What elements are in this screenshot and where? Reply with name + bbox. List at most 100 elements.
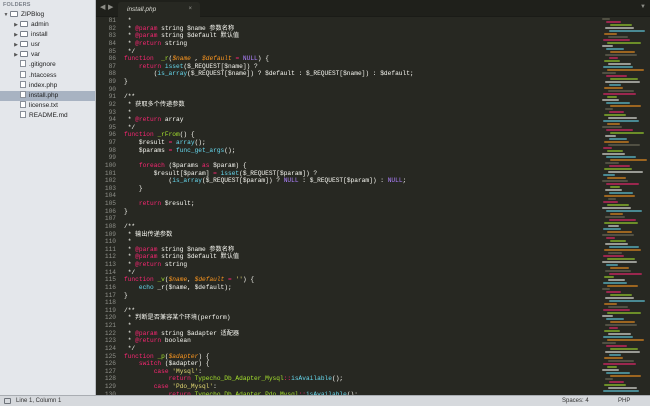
- indentation-setting[interactable]: Spaces: 4: [562, 396, 589, 406]
- minimap-line: [603, 336, 633, 338]
- line-number: 113: [104, 261, 116, 268]
- sidebar-item-gitignore[interactable]: .gitignore: [0, 60, 95, 70]
- minimap-line: [607, 366, 617, 368]
- code-token: 'Mysql': [172, 367, 199, 375]
- line-number: 95: [108, 123, 116, 131]
- code-token: isset: [164, 62, 184, 70]
- minimap-line: [607, 123, 620, 125]
- minimap-line: [604, 357, 623, 359]
- sidebar-item-htaccess[interactable]: .htaccess: [0, 70, 95, 81]
- code-line: }: [124, 208, 602, 216]
- minimap-line: [607, 204, 629, 206]
- file-tree: ▼ ZIPBlog ▶ admin ▶ install ▶ usr ▶ var .gitignore…: [0, 10, 95, 121]
- sidebar-item-admin[interactable]: ▶ admin: [0, 20, 95, 30]
- code-token: ;: [402, 177, 407, 185]
- code-line: * @return array: [124, 116, 602, 124]
- disclosure-closed-icon[interactable]: ▶: [12, 30, 20, 40]
- code-token: */: [124, 268, 136, 276]
- code-token: */: [124, 344, 136, 352]
- minimap-line: [606, 318, 624, 320]
- sidebar-item-usr[interactable]: ▶ usr: [0, 40, 95, 50]
- code-token: string: [161, 39, 188, 47]
- close-icon[interactable]: ×: [188, 2, 192, 17]
- minimap-line: [608, 279, 625, 281]
- minimap-line: [608, 171, 643, 173]
- code-token: isset: [220, 169, 240, 177]
- code-token: foreach: [138, 161, 165, 169]
- code-token: }: [124, 78, 128, 85]
- minimap-line: [604, 222, 638, 224]
- sidebar-item-install[interactable]: ▶ install: [0, 30, 95, 40]
- code-token: NULL: [387, 177, 403, 185]
- code-token: func_get_args: [176, 146, 225, 154]
- disclosure-open-icon[interactable]: ▼: [2, 10, 10, 20]
- minimap-line: [607, 258, 635, 260]
- code-token: $result[$param]: [124, 169, 214, 177]
- minimap-line: [606, 183, 639, 185]
- tab-menu-icon[interactable]: ▼: [640, 4, 646, 10]
- minimap[interactable]: [602, 17, 650, 395]
- code-token: }: [124, 184, 143, 192]
- sidebar-item-label: .gitignore: [29, 61, 56, 69]
- line-number: 94: [108, 116, 116, 124]
- minimap-line: [604, 114, 626, 116]
- sidebar-item-index-php[interactable]: index.php: [0, 80, 95, 91]
- line-number: 103: [104, 184, 116, 192]
- minimap-line: [603, 228, 621, 230]
- minimap-line: [609, 354, 621, 356]
- file-icon: [20, 80, 26, 88]
- minimap-line: [605, 351, 640, 353]
- code-token: $param) {: [209, 161, 247, 169]
- code-token: _r($name, $default);: [153, 283, 232, 291]
- disclosure-closed-icon[interactable]: ▶: [12, 20, 20, 30]
- line-number: 114: [104, 268, 116, 276]
- sidebar-item-install-php[interactable]: install.php: [0, 90, 95, 101]
- sidebar-item-license-txt[interactable]: license.txt: [0, 100, 95, 111]
- status-bar: Line 1, Column 1 Spaces: 4 PHP: [0, 395, 650, 406]
- minimap-line: [608, 63, 631, 65]
- code-line: return $result;: [124, 200, 602, 208]
- sidebar-item-label: usr: [31, 41, 41, 49]
- minimap-line: [607, 69, 644, 71]
- panel-toggle-icon[interactable]: [4, 398, 11, 404]
- minimap-line: [610, 213, 623, 215]
- minimap-line: [608, 90, 634, 92]
- cursor-position: Line 1, Column 1: [16, 398, 62, 404]
- code-token: @param: [135, 253, 158, 261]
- minimap-line: [603, 174, 615, 176]
- disclosure-closed-icon[interactable]: ▶: [12, 40, 20, 50]
- file-icon: [20, 60, 26, 68]
- code-token: $result;: [161, 200, 195, 207]
- minimap-line: [605, 189, 622, 191]
- forward-arrow-icon[interactable]: ▶: [108, 3, 113, 11]
- code-token: NULL: [283, 177, 299, 185]
- code-token: boolean: [161, 337, 191, 345]
- minimap-line: [604, 141, 629, 143]
- code-token: (: [124, 70, 158, 78]
- minimap-line: [603, 390, 639, 392]
- minimap-line: [605, 108, 613, 110]
- code-line: */: [124, 48, 602, 56]
- code-line: */: [124, 269, 602, 277]
- code-token: (: [124, 177, 173, 185]
- code-token: ($_REQUEST[$param]) ?: [239, 169, 318, 177]
- tab-install-php[interactable]: install.php ×: [118, 2, 200, 17]
- minimap-line: [609, 192, 633, 194]
- code-token: string $default 默认值: [157, 32, 240, 40]
- syntax-setting[interactable]: PHP: [618, 396, 630, 406]
- minimap-line: [610, 321, 635, 323]
- minimap-line: [609, 381, 624, 383]
- back-arrow-icon[interactable]: ◀: [100, 3, 105, 11]
- sidebar-item-readme-md[interactable]: README.md: [0, 110, 95, 121]
- code-token: string $default 默认值: [157, 253, 240, 261]
- code-token: @param: [135, 24, 158, 32]
- disclosure-closed-icon[interactable]: ▶: [12, 50, 20, 60]
- code-area[interactable]: * * @param string $name 参数名称 * @param st…: [124, 17, 602, 395]
- minimap-line: [606, 237, 615, 239]
- code-token: ,: [187, 276, 195, 284]
- code-line: *: [124, 322, 602, 330]
- sidebar-item-zipblog[interactable]: ▼ ZIPBlog: [0, 10, 95, 20]
- sidebar-item-var[interactable]: ▶ var: [0, 50, 95, 60]
